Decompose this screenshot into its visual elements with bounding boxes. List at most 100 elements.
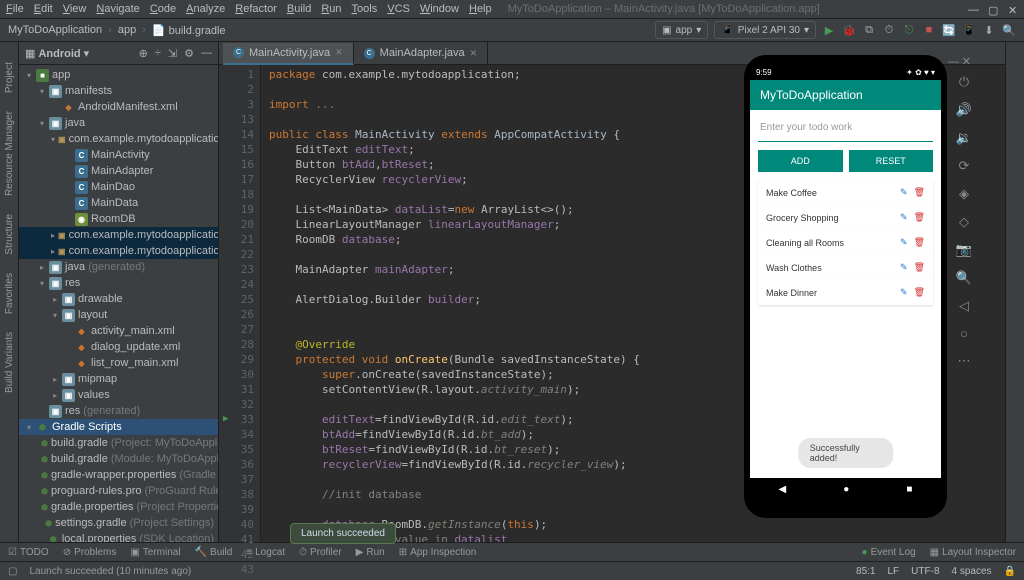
delete-icon[interactable]: 🗑 xyxy=(914,237,925,248)
search-icon[interactable]: 🔍 xyxy=(1002,23,1016,37)
window-controls[interactable]: —▢✕ xyxy=(968,4,1018,14)
emu-tool-icon[interactable]: 🔊 xyxy=(956,102,972,118)
tree-node[interactable]: CMainAdapter xyxy=(19,163,218,179)
project-tree[interactable]: ▾■app▾▣manifests◆AndroidManifest.xml▾▣ja… xyxy=(19,65,218,542)
menu-view[interactable]: View xyxy=(63,3,87,15)
line-ending[interactable]: LF xyxy=(888,566,900,577)
breadcrumb[interactable]: 📄 build.gradle xyxy=(152,24,226,37)
run-icon[interactable]: ▶ xyxy=(822,23,836,37)
emu-tool-icon[interactable]: ◁ xyxy=(959,298,969,314)
gutter-favorites[interactable]: Favorites xyxy=(4,273,15,314)
tree-node[interactable]: ◉RoomDB xyxy=(19,211,218,227)
breadcrumb[interactable]: app xyxy=(118,24,136,36)
delete-icon[interactable]: 🗑 xyxy=(914,187,925,198)
tree-node[interactable]: ⬢proguard-rules.pro (ProGuard Rules for … xyxy=(19,483,218,499)
lock-icon[interactable]: 🔒 xyxy=(1004,566,1016,577)
tree-node[interactable]: ▸▣values xyxy=(19,387,218,403)
tree-node[interactable]: ◆activity_main.xml xyxy=(19,323,218,339)
menu-file[interactable]: File xyxy=(6,3,24,15)
editor-tab[interactable]: CMainAdapter.java✕ xyxy=(354,42,489,64)
emu-tool-icon[interactable]: ◇ xyxy=(959,214,969,230)
expand-icon[interactable]: ⇲ xyxy=(168,47,177,60)
menu-navigate[interactable]: Navigate xyxy=(96,3,139,15)
sync-icon[interactable]: 🔄 xyxy=(942,23,956,37)
tree-node[interactable]: ▣res (generated) xyxy=(19,403,218,419)
emu-tool-icon[interactable]: 🔉 xyxy=(956,130,972,146)
tree-node[interactable]: ▾■app xyxy=(19,67,218,83)
gutter-structure[interactable]: Structure xyxy=(4,214,15,255)
edit-icon[interactable]: ✎ xyxy=(900,237,908,248)
gutter-build-variants[interactable]: Build Variants xyxy=(4,332,15,393)
breadcrumb[interactable]: MyToDoApplication xyxy=(8,24,102,36)
tw-layout-inspector[interactable]: ▦Layout Inspector xyxy=(930,547,1016,558)
menu-edit[interactable]: Edit xyxy=(34,3,53,15)
tree-node[interactable]: ▾⬢Gradle Scripts xyxy=(19,419,218,435)
target-icon[interactable]: ⊕ xyxy=(139,47,148,60)
run-config-selector[interactable]: ▣ app ▾ xyxy=(655,21,708,39)
coverage-icon[interactable]: ⧉ xyxy=(862,23,876,37)
tree-node[interactable]: ⬢build.gradle (Project: MyToDoApplicatio… xyxy=(19,435,218,451)
hide-icon[interactable]: — xyxy=(201,47,212,59)
menu-window[interactable]: Window xyxy=(420,3,459,15)
android-view[interactable]: ▦ Android ▾ xyxy=(25,47,89,60)
tree-node[interactable]: ⬢build.gradle (Module: MyToDoApplication… xyxy=(19,451,218,467)
menu-help[interactable]: Help xyxy=(469,3,492,15)
android-nav[interactable]: ◀●■ xyxy=(750,478,941,500)
tree-node[interactable]: ▸▣com.example.mytodoapplication (android… xyxy=(19,227,218,243)
tree-node[interactable]: ▾▣com.example.mytodoapplication xyxy=(19,131,218,147)
close-icon[interactable]: ✕ xyxy=(335,47,343,58)
gear-icon[interactable]: ⚙ xyxy=(184,47,194,60)
tw-profiler[interactable]: ⏱Profiler xyxy=(299,547,342,558)
menu-vcs[interactable]: VCS xyxy=(387,3,410,15)
tw-todo[interactable]: ☑TODO xyxy=(8,547,49,558)
tree-node[interactable]: CMainDao xyxy=(19,179,218,195)
menu-run[interactable]: Run xyxy=(321,3,341,15)
menu-refactor[interactable]: Refactor xyxy=(235,3,277,15)
menu-build[interactable]: Build xyxy=(287,3,311,15)
tree-node[interactable]: ▸▣drawable xyxy=(19,291,218,307)
tw-problems[interactable]: ⊘Problems xyxy=(63,547,117,558)
tree-node[interactable]: ▾▣res xyxy=(19,275,218,291)
menu-code[interactable]: Code xyxy=(150,3,176,15)
tree-node[interactable]: CMainData xyxy=(19,195,218,211)
delete-icon[interactable]: 🗑 xyxy=(914,212,925,223)
emu-tool-icon[interactable]: ○ xyxy=(960,326,968,341)
stop-icon[interactable]: ■ xyxy=(922,23,936,37)
tree-node[interactable]: ⬢settings.gradle (Project Settings) xyxy=(19,515,218,531)
tree-node[interactable]: ▸▣mipmap xyxy=(19,371,218,387)
tw-run[interactable]: ▶Run xyxy=(356,547,385,558)
emu-tool-icon[interactable]: ⏻ xyxy=(959,74,969,90)
tree-node[interactable]: ▸▣java (generated) xyxy=(19,259,218,275)
debug-icon[interactable]: 🐞 xyxy=(842,23,856,37)
tree-node[interactable]: CMainActivity xyxy=(19,147,218,163)
edit-icon[interactable]: ✎ xyxy=(900,187,908,198)
editor-tab[interactable]: CMainActivity.java✕ xyxy=(223,43,354,65)
tree-node[interactable]: ◆AndroidManifest.xml xyxy=(19,99,218,115)
emu-tool-icon[interactable]: 🔍 xyxy=(956,270,972,286)
emu-tool-icon[interactable]: 📷 xyxy=(956,242,972,258)
edit-icon[interactable]: ✎ xyxy=(900,212,908,223)
delete-icon[interactable]: 🗑 xyxy=(914,262,925,273)
edit-icon[interactable]: ✎ xyxy=(900,287,908,298)
sdk-icon[interactable]: ⬇ xyxy=(982,23,996,37)
tree-node[interactable]: ⬢gradle-wrapper.properties (Gradle Versi… xyxy=(19,467,218,483)
encoding[interactable]: UTF-8 xyxy=(911,566,939,577)
emu-tool-icon[interactable]: ⟳ xyxy=(959,158,970,174)
profile-icon[interactable]: ⏱ xyxy=(882,23,896,37)
gutter-project[interactable]: Project xyxy=(4,62,15,93)
tw-app-inspection[interactable]: ⊞App Inspection xyxy=(399,547,477,558)
emu-close-icon[interactable]: — ✕ xyxy=(947,55,971,68)
menu-tools[interactable]: Tools xyxy=(352,3,378,15)
collapse-icon[interactable]: ÷ xyxy=(155,47,161,59)
tree-node[interactable]: ▾▣layout xyxy=(19,307,218,323)
close-icon[interactable]: ✕ xyxy=(470,48,478,59)
tree-node[interactable]: ⬢gradle.properties (Project Properties) xyxy=(19,499,218,515)
emu-tool-icon[interactable]: ◈ xyxy=(959,186,969,202)
tree-node[interactable]: ◆dialog_update.xml xyxy=(19,339,218,355)
gutter-resource-manager[interactable]: Resource Manager xyxy=(4,111,15,196)
reset-button[interactable]: RESET xyxy=(849,150,934,172)
attach-icon[interactable]: ⎋ xyxy=(902,23,916,37)
emu-tool-icon[interactable]: ⋯ xyxy=(958,353,971,369)
emulator-device[interactable]: 9:59✦ ✿ ♥ ▾ MyToDoApplication Enter your… xyxy=(744,55,947,518)
tw-terminal[interactable]: ▣Terminal xyxy=(130,547,180,558)
